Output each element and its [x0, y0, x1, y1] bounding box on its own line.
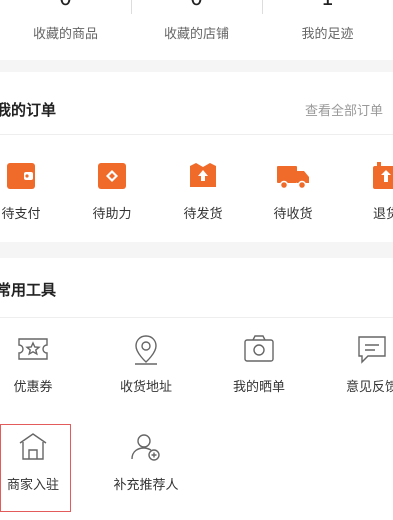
stat-value: 0 — [131, 0, 262, 10]
box-upload-icon — [187, 160, 219, 196]
tool-feedback[interactable]: 意见反馈 — [322, 333, 393, 413]
order-pending-payment[interactable]: 待支付 — [0, 160, 51, 230]
add-user-icon — [129, 431, 163, 467]
tool-label: 意见反馈 — [345, 380, 393, 395]
order-returns[interactable]: 退货 — [356, 160, 393, 230]
tool-merchant-join[interactable]: 商家入驻 — [0, 431, 83, 511]
camera-icon — [242, 333, 276, 369]
order-label: 待收货 — [273, 207, 313, 222]
truck-icon — [276, 160, 310, 196]
stat-label: 收藏的店铺 — [163, 27, 229, 42]
stat-favorite-stores[interactable]: 0 收藏的店铺 — [131, 0, 262, 60]
view-all-orders-link[interactable]: 查看全部订单 — [305, 100, 383, 119]
tool-add-referrer[interactable]: 补充推荐人 — [96, 431, 196, 511]
order-label: 待助力 — [92, 207, 132, 222]
store-icon — [16, 431, 50, 467]
tool-my-reviews[interactable]: 我的晒单 — [209, 333, 309, 413]
stat-footprints[interactable]: 1 我的足迹 — [262, 0, 393, 60]
tool-label: 商家入驻 — [6, 478, 59, 493]
stat-value: 0 — [0, 0, 131, 10]
tool-label: 我的晒单 — [232, 380, 285, 395]
stat-favorite-goods[interactable]: 0 收藏的商品 — [0, 0, 131, 60]
return-icon — [370, 160, 393, 196]
stats-bar: 0 收藏的商品 0 收藏的店铺 1 我的足迹 — [0, 0, 393, 60]
orders-title: 我的订单 — [0, 101, 57, 119]
divider — [0, 317, 393, 318]
order-pending-shipment[interactable]: 待发货 — [173, 160, 233, 230]
stat-label: 收藏的商品 — [32, 27, 98, 42]
order-label: 退货 — [372, 207, 393, 222]
tools-title: 常用工具 — [0, 281, 57, 299]
order-label: 待支付 — [1, 207, 41, 222]
coupon-icon — [16, 333, 50, 369]
stat-label: 我的足迹 — [301, 27, 354, 42]
order-pending-receipt[interactable]: 待收货 — [263, 160, 323, 230]
tool-address[interactable]: 收货地址 — [96, 333, 196, 413]
wallet-icon — [5, 160, 37, 196]
order-label: 待发货 — [183, 207, 223, 222]
tools-card: 常用工具 优惠券 收货地址 我的晒单 意见反馈 商家入驻 补充推荐人 — [0, 258, 393, 520]
tool-label: 优惠券 — [13, 380, 53, 395]
stat-value: 1 — [262, 0, 393, 10]
tool-label: 收货地址 — [119, 380, 172, 395]
order-pending-assist[interactable]: 待助力 — [82, 160, 142, 230]
tag-icon — [96, 160, 128, 196]
location-pin-icon — [130, 333, 162, 371]
feedback-icon — [356, 333, 388, 369]
tool-label: 补充推荐人 — [113, 478, 179, 493]
tool-coupons[interactable]: 优惠券 — [0, 333, 83, 413]
orders-card: 我的订单 查看全部订单 待支付 待助力 待发货 待收货 退货 — [0, 72, 393, 242]
divider — [0, 134, 393, 135]
